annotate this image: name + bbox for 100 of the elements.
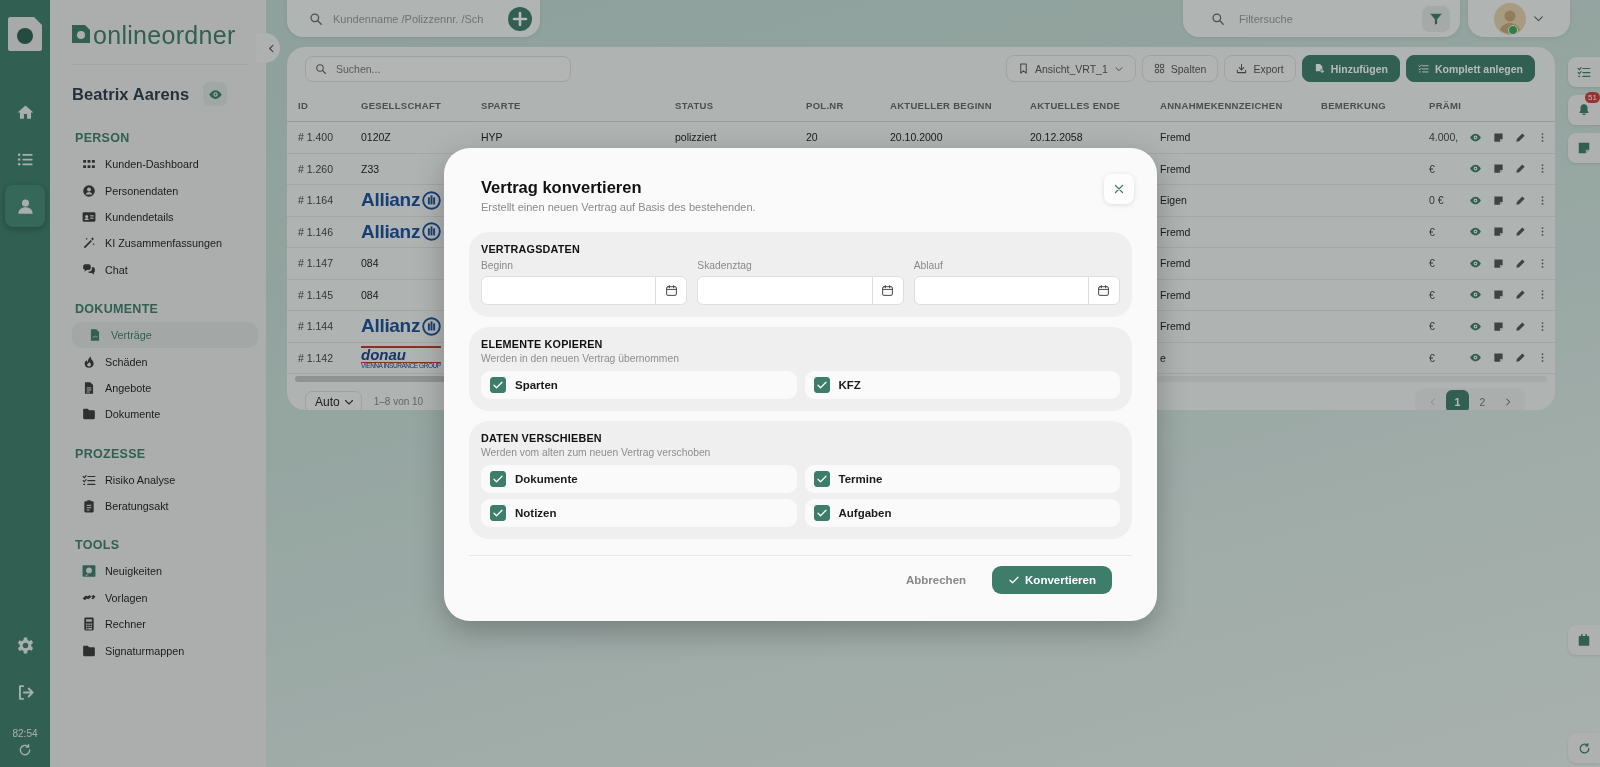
section-heading: VERTRAGSDATEN [481, 243, 581, 255]
close-icon [1113, 183, 1125, 195]
toolbar-button[interactable]: Komplett anlegen [1405, 55, 1535, 82]
checklist-icon [1577, 65, 1591, 79]
table-cell-text: # 1.260 [298, 162, 335, 175]
note-icon[interactable] [1493, 352, 1504, 364]
pencil-icon[interactable] [1515, 320, 1526, 332]
checkbox-option[interactable]: Notizen [481, 499, 797, 527]
sidebar-item[interactable]: Personendaten [72, 177, 258, 204]
note-icon[interactable] [1493, 320, 1504, 332]
notifications-button[interactable]: 51 [1568, 95, 1600, 125]
cancel-button[interactable]: Abbrechen [900, 568, 973, 592]
checkbox-option[interactable]: Termine [804, 465, 1120, 493]
date-field[interactable] [697, 276, 904, 305]
field-label: Skadenztag [697, 260, 753, 271]
note-icon[interactable] [1493, 163, 1504, 175]
pencil-icon[interactable] [1515, 163, 1526, 175]
pencil-icon[interactable] [1515, 352, 1526, 364]
sidebar-item[interactable]: Signaturmappen [72, 637, 258, 664]
sidebar-item[interactable]: Kunden-Dashboard [72, 151, 258, 178]
column-header: AKTUELLER BEGINN [890, 100, 993, 111]
column-header: ID [298, 100, 310, 111]
sidebar-item[interactable]: Dokumente [72, 401, 258, 428]
view-dropdown[interactable]: Ansicht_VRT_1 [1006, 55, 1136, 82]
tasks-button[interactable] [1568, 57, 1600, 87]
sidebar-item[interactable]: Neuigkeiten [72, 558, 258, 585]
checkbox-option[interactable]: Dokumente [481, 465, 797, 493]
checkbox[interactable] [813, 505, 830, 521]
toolbar-button[interactable]: Spalten [1141, 55, 1219, 82]
date-field[interactable] [913, 276, 1120, 305]
sidebar-item[interactable]: KI Zusammenfassungen [72, 230, 258, 257]
sidebar-item[interactable]: Angebote [72, 374, 258, 402]
table-search-field[interactable]: Suchen... [305, 55, 571, 82]
table-cell-text: 20.12.2058 [1030, 131, 1084, 144]
checkbox[interactable] [813, 471, 830, 487]
filter-button[interactable] [1422, 5, 1450, 32]
table-cell-text: Fremd [1160, 288, 1192, 301]
pencil-icon[interactable] [1515, 257, 1526, 269]
notes-button[interactable] [1568, 133, 1600, 163]
customer-search-field[interactable]: Kundenname /Polizzennr. /Sch [333, 12, 498, 25]
note-icon[interactable] [1493, 257, 1504, 269]
calendar-button[interactable] [1568, 625, 1600, 655]
sidebar-item[interactable]: Rechner [72, 611, 258, 638]
person-icon [15, 196, 35, 216]
calendar-icon[interactable] [664, 284, 678, 297]
calendar-icon [1577, 633, 1591, 647]
person-nav-button[interactable] [5, 185, 45, 227]
refresh-icon[interactable] [18, 743, 32, 757]
checkbox-option[interactable]: Sparten [481, 371, 797, 399]
table-cell-text: Fremd [1160, 162, 1192, 175]
checkbox-option[interactable]: Aufgaben [804, 499, 1120, 527]
sidebar-item[interactable]: Schäden [72, 348, 258, 375]
checkbox[interactable] [813, 377, 830, 393]
toolbar-button[interactable]: Export [1224, 55, 1296, 82]
add-icon[interactable] [508, 6, 532, 31]
view-button[interactable] [203, 82, 228, 106]
sidebar-item[interactable]: Vorlagen [72, 584, 258, 612]
pencil-icon[interactable] [1515, 226, 1526, 238]
pencil-icon[interactable] [1515, 194, 1526, 206]
refresh-button[interactable] [1568, 733, 1600, 763]
column-header: SPARTE [481, 100, 522, 111]
column-header: PRÄMI [1429, 100, 1463, 111]
checkbox-option[interactable]: KFZ [804, 371, 1120, 399]
table-cell-text: Fremd [1160, 131, 1192, 144]
note-icon[interactable] [1493, 226, 1504, 238]
page-size-select[interactable]: Auto [305, 390, 362, 410]
user-circle-icon [82, 183, 96, 198]
convert-button[interactable]: Konvertieren [992, 566, 1112, 594]
columns-icon [1153, 63, 1165, 74]
note-icon[interactable] [1493, 131, 1504, 143]
sidebar-item[interactable]: Beratungsakt [72, 492, 258, 520]
checkbox[interactable] [490, 505, 506, 521]
filter-search-field[interactable]: Filtersuche [1239, 12, 1408, 25]
calendar-icon[interactable] [881, 284, 895, 297]
online-status-dot [1508, 25, 1518, 35]
avatar-icon [1493, 2, 1526, 35]
profile-menu[interactable] [1468, 0, 1570, 37]
column-header: POL.NR [806, 100, 845, 111]
date-field[interactable] [481, 276, 688, 305]
clipboard-icon [82, 499, 96, 514]
table-cell-text: € [1429, 351, 1436, 364]
sidebar-item[interactable]: Risiko Analyse [72, 466, 258, 493]
folder-icon [82, 407, 96, 422]
emblem-icon [422, 190, 442, 210]
table-cell-text: Z33 [361, 162, 381, 175]
check-icon [815, 507, 828, 519]
sidebar-item[interactable]: Chat [72, 256, 258, 283]
page-button[interactable]: 1 [1446, 390, 1469, 410]
note-icon[interactable] [1493, 289, 1504, 301]
pencil-icon[interactable] [1515, 131, 1526, 143]
note-icon[interactable] [1493, 194, 1504, 206]
checkbox[interactable] [490, 471, 506, 487]
pencil-icon[interactable] [1515, 289, 1526, 301]
checkbox[interactable] [490, 377, 506, 393]
toolbar-button[interactable]: Hinzufügen [1301, 55, 1400, 82]
calendar-icon[interactable] [1097, 284, 1111, 297]
settings-icon[interactable] [15, 636, 35, 655]
check-icon [815, 379, 828, 391]
sidebar-item[interactable]: Kundendetails [72, 203, 258, 231]
close-button[interactable] [1104, 174, 1134, 204]
